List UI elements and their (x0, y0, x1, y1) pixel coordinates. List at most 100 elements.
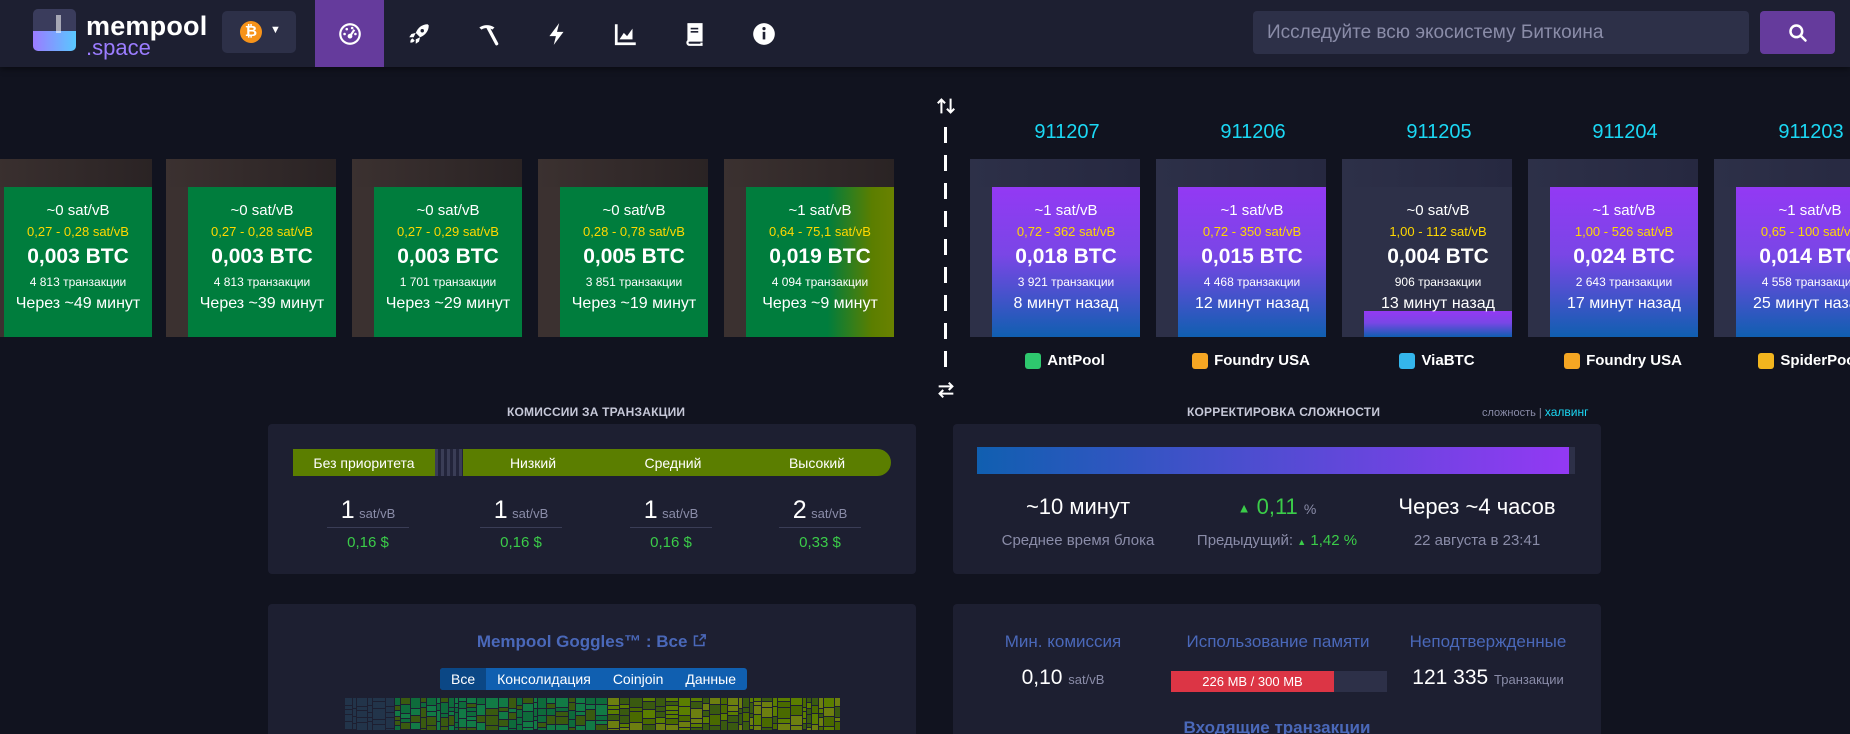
tx-tile[interactable] (523, 728, 533, 730)
tx-tile[interactable] (710, 705, 720, 714)
tx-tile[interactable] (656, 712, 665, 717)
tx-tile[interactable] (803, 719, 806, 723)
tx-tile[interactable] (441, 698, 448, 702)
tx-tile[interactable] (666, 702, 678, 705)
tx-tile[interactable] (803, 712, 806, 718)
tx-tile[interactable] (596, 698, 607, 704)
tx-tile[interactable] (807, 728, 811, 730)
tx-tile[interactable] (743, 722, 749, 730)
tx-tile[interactable] (754, 702, 761, 705)
nav-graphs[interactable] (591, 0, 660, 67)
tx-tile[interactable] (691, 728, 702, 730)
tx-tile[interactable] (679, 698, 690, 706)
tx-tile[interactable] (353, 717, 356, 723)
tx-tile[interactable] (395, 711, 400, 716)
tx-tile[interactable] (449, 712, 454, 715)
tx-tile[interactable] (509, 720, 516, 728)
tx-tile[interactable] (691, 724, 702, 727)
goggles-title[interactable]: Mempool Goggles™ : Все (268, 632, 916, 652)
tx-tile[interactable] (345, 698, 352, 705)
tx-tile[interactable] (835, 722, 840, 730)
tx-tile[interactable] (449, 698, 454, 707)
tx-tile[interactable] (401, 719, 410, 722)
tx-tile[interactable] (807, 709, 811, 714)
tx-tile[interactable] (437, 711, 440, 721)
tx-tile[interactable] (368, 698, 372, 705)
mempool-block[interactable]: ~0 sat/vB 0,28 - 0,78 sat/vB 0,005 BTC 3 85… (538, 159, 708, 337)
tx-tile[interactable] (357, 723, 367, 730)
tx-tile[interactable] (807, 724, 811, 727)
tx-tile[interactable] (509, 713, 516, 719)
tx-tile[interactable] (791, 706, 802, 715)
tx-tile[interactable] (586, 721, 595, 730)
nav-about[interactable] (729, 0, 798, 67)
tx-tile[interactable] (427, 717, 436, 725)
tx-tile[interactable] (807, 715, 811, 723)
tx-tile[interactable] (703, 704, 709, 710)
tx-tile[interactable] (486, 726, 498, 730)
tx-tile[interactable] (803, 724, 806, 729)
tx-tile[interactable] (386, 707, 394, 712)
tx-tile[interactable] (679, 707, 690, 715)
tx-tile[interactable] (721, 714, 727, 720)
tx-tile[interactable] (538, 728, 546, 730)
mempool-logo[interactable]: mempool .space (33, 9, 213, 60)
tx-tile[interactable] (791, 726, 802, 730)
tx-tile[interactable] (819, 718, 823, 726)
tx-tile[interactable] (750, 698, 753, 702)
tx-tile[interactable] (421, 718, 426, 728)
tx-tile[interactable] (538, 723, 546, 727)
tx-tile[interactable] (803, 698, 806, 707)
tx-tile[interactable] (556, 698, 568, 707)
tx-tile[interactable] (750, 703, 753, 713)
tx-tile[interactable] (576, 726, 585, 730)
tx-tile[interactable] (486, 698, 498, 708)
tx-tile[interactable] (547, 709, 555, 715)
tx-tile[interactable] (608, 710, 619, 714)
tx-tile[interactable] (509, 698, 516, 708)
tx-tile[interactable] (620, 709, 629, 715)
block-height[interactable]: 911204 (1550, 121, 1700, 144)
tx-tile[interactable] (395, 706, 400, 710)
tx-tile[interactable] (739, 698, 742, 708)
nav-docs[interactable] (660, 0, 729, 67)
mining-pool[interactable]: Foundry USA (1171, 352, 1331, 369)
tx-tile[interactable] (517, 725, 522, 730)
mining-pool[interactable]: ViaBTC (1357, 352, 1517, 369)
mining-pool[interactable]: Foundry USA (1543, 352, 1703, 369)
search-button[interactable] (1760, 11, 1835, 54)
tx-tile[interactable] (819, 727, 823, 730)
tx-tile[interactable] (586, 698, 595, 704)
tx-tile[interactable] (750, 726, 753, 729)
tx-tile[interactable] (509, 729, 516, 730)
tx-tile[interactable] (721, 721, 727, 730)
tx-tile[interactable] (437, 698, 440, 703)
tx-tile[interactable] (401, 705, 410, 713)
tx-tile[interactable] (411, 723, 420, 729)
tx-tile[interactable] (728, 723, 738, 730)
tx-tile[interactable] (499, 727, 508, 730)
tx-tile[interactable] (345, 706, 352, 709)
tx-tile[interactable] (762, 708, 772, 717)
tx-tile[interactable] (778, 702, 790, 707)
tx-tile[interactable] (569, 711, 575, 719)
tx-tile[interactable] (449, 708, 454, 711)
tx-tile[interactable] (710, 726, 720, 730)
tx-tile[interactable] (608, 729, 619, 730)
tx-tile[interactable] (666, 698, 678, 701)
tx-tile[interactable] (467, 712, 476, 716)
block-height[interactable]: 911205 (1364, 121, 1514, 144)
tx-tile[interactable] (538, 698, 546, 708)
tx-tile[interactable] (703, 724, 709, 730)
mined-block[interactable]: ~1 sat/vB 1,00 - 526 sat/vB 0,024 BTC 2 643… (1528, 159, 1698, 337)
tx-tile[interactable] (411, 716, 420, 722)
tx-tile[interactable] (556, 712, 568, 716)
tx-tile[interactable] (679, 716, 690, 721)
mempool-block-visualization[interactable] (345, 698, 840, 730)
tx-tile[interactable] (421, 698, 426, 702)
tx-tile[interactable] (467, 708, 476, 711)
tx-tile[interactable] (739, 714, 742, 724)
tx-tile[interactable] (576, 704, 585, 711)
tx-tile[interactable] (477, 705, 485, 715)
mined-block[interactable]: ~1 sat/vB 0,65 - 100 sat/vB 0,014 BTC 4 558… (1714, 159, 1850, 337)
